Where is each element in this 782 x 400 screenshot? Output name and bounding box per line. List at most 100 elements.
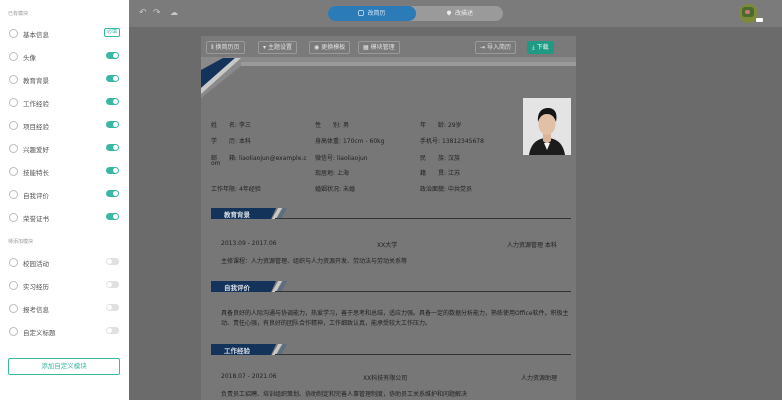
- info-email: 邮 箱: liaoliaojun@example.c: [211, 153, 307, 162]
- top-bar: ↶ ↷ ☁ 改简历 改描述: [129, 0, 782, 27]
- module-toggle[interactable]: [106, 75, 119, 82]
- header-banner-decoration: [201, 58, 576, 98]
- swap-icon: ◉: [314, 44, 320, 51]
- module-item-self-eval[interactable]: 自我评价: [0, 187, 129, 205]
- module-item-education[interactable]: 教育背景: [0, 72, 129, 90]
- tab-edit-label: 改简历: [367, 10, 386, 17]
- resume-toolbar: ⫴ 换简历页 ▾ 主题设置 ◉ 更换模板 ▦ 模块管理 ⇥ 导入简历 ⤓ 下载: [201, 36, 576, 58]
- tool-label: 更换模板: [321, 44, 346, 51]
- info-residence: 现居地: 上海: [315, 168, 349, 177]
- info-hometown: 籍 贯: 江苏: [420, 168, 460, 177]
- info-key: 年 龄:: [420, 122, 447, 129]
- download-button[interactable]: ⤓ 下载: [527, 41, 554, 54]
- edit-icon: [358, 10, 365, 16]
- project-icon: [9, 121, 18, 130]
- info-value: 13812345678: [441, 138, 484, 145]
- module-toggle[interactable]: [106, 190, 119, 197]
- info-degree: 学 历: 本科: [211, 136, 251, 145]
- module-item-exam[interactable]: 报考信息: [0, 301, 129, 319]
- tool-label: 主题设置: [268, 44, 293, 51]
- module-toggle[interactable]: [106, 121, 119, 128]
- tab-edit-description[interactable]: 改描述: [416, 6, 503, 21]
- work-role: 人力资源助理: [521, 375, 558, 382]
- theme-settings-button[interactable]: ▾ 主题设置: [258, 41, 298, 54]
- education-icon: [9, 75, 18, 84]
- module-toggle[interactable]: [106, 281, 119, 288]
- module-item-basic-info[interactable]: 基本信息 必填: [0, 26, 129, 44]
- location-pin-icon: [446, 10, 452, 16]
- module-label: 报考信息: [23, 306, 49, 314]
- info-key: 手机号:: [420, 138, 441, 145]
- module-label: 头像: [23, 54, 36, 62]
- tool-label: 模块管理: [370, 44, 395, 51]
- section-title: 工作经验: [224, 347, 250, 355]
- info-phone: 手机号: 13812345678: [420, 136, 484, 145]
- module-item-avatar[interactable]: 头像: [0, 49, 129, 67]
- undo-icon[interactable]: ↶: [139, 8, 147, 18]
- module-toggle[interactable]: [106, 98, 119, 105]
- module-item-custom-title[interactable]: 自定义标题: [0, 324, 129, 342]
- module-item-campus[interactable]: 校园活动: [0, 255, 129, 273]
- module-toggle[interactable]: [106, 327, 119, 334]
- import-resume-button[interactable]: ⇥ 导入简历: [475, 41, 517, 54]
- change-template-button[interactable]: ◉ 更换模板: [309, 41, 351, 54]
- module-item-skill[interactable]: 技能特长: [0, 164, 129, 182]
- change-page-button[interactable]: ⫴ 换简历页: [206, 41, 245, 54]
- info-email-wrap: om: [211, 160, 221, 167]
- import-label: 导入简历: [487, 44, 512, 51]
- info-political: 政治面貌: 中共党员: [420, 184, 472, 193]
- module-manage-button[interactable]: ▦ 模块管理: [358, 41, 400, 54]
- module-label: 技能特长: [23, 169, 49, 177]
- work-period: 2018.07 - 2021.06: [221, 373, 277, 380]
- info-key: 籍 贯:: [420, 170, 447, 177]
- info-gender: 性 别: 男: [315, 120, 349, 129]
- module-item-certificate[interactable]: 荣誉证书: [0, 210, 129, 228]
- module-toggle[interactable]: [106, 258, 119, 265]
- work-icon: [9, 98, 18, 107]
- skill-icon: [9, 167, 18, 176]
- info-key: 婚姻状况:: [315, 186, 342, 193]
- page-icon: ⫴: [211, 44, 214, 51]
- required-tag: 必填: [104, 28, 121, 37]
- user-info-icon: [9, 29, 18, 38]
- vip-badge-icon: [756, 18, 763, 22]
- info-key: 性 别:: [315, 122, 342, 129]
- shirt-icon: ▾: [263, 44, 267, 51]
- info-value: 4年经验: [238, 186, 261, 193]
- module-item-internship[interactable]: 实习经历: [0, 278, 129, 296]
- tab-edit-resume[interactable]: 改简历: [328, 6, 416, 21]
- module-item-hobby[interactable]: 兴趣爱好: [0, 141, 129, 159]
- info-marital: 婚姻状况: 未婚: [315, 184, 355, 193]
- info-wechat: 微信号: liaoliaojun: [315, 153, 368, 162]
- module-sidebar: 已有模块 基本信息 必填 头像 教育背景 工作经验 项目经验 兴趣爱好 技能特长…: [0, 0, 129, 400]
- info-value: 未婚: [342, 186, 355, 193]
- module-toggle[interactable]: [106, 304, 119, 311]
- info-name: 姓 名: 李三: [211, 120, 251, 129]
- import-icon: ⇥: [480, 44, 486, 51]
- campus-icon: [9, 258, 18, 267]
- pending-modules-title: 待添加模块: [8, 239, 34, 245]
- module-toggle[interactable]: [106, 167, 119, 174]
- info-key: 现居地:: [315, 170, 336, 177]
- module-toggle[interactable]: [106, 213, 119, 220]
- module-toggle[interactable]: [106, 52, 119, 59]
- module-item-work[interactable]: 工作经验: [0, 95, 129, 113]
- profile-photo[interactable]: [523, 98, 571, 155]
- module-label: 实习经历: [23, 283, 49, 291]
- cloud-icon[interactable]: ☁: [170, 8, 178, 18]
- add-custom-module-button[interactable]: 添加自定义模块: [8, 358, 120, 375]
- redo-icon[interactable]: ↷: [153, 8, 161, 18]
- module-item-project[interactable]: 项目经验: [0, 118, 129, 136]
- info-value: 上海: [336, 170, 349, 177]
- custom-title-icon: [9, 327, 18, 336]
- info-height-weight: 身高体重: 170cm - 60kg: [315, 136, 384, 145]
- info-value: 汉族: [447, 155, 460, 162]
- info-value: 男: [342, 122, 349, 129]
- info-key: 民 族:: [420, 155, 447, 162]
- info-value: 中共党员: [447, 186, 472, 193]
- section-divider: [275, 291, 571, 292]
- info-value: 江苏: [447, 170, 460, 177]
- self-eval-text: 具备良好的人际沟通与协调能力，热爱学习，善于思考和总结，适应力强。具备一定的数据…: [221, 310, 569, 327]
- mode-tabs: 改简历 改描述: [328, 6, 503, 21]
- module-toggle[interactable]: [106, 144, 119, 151]
